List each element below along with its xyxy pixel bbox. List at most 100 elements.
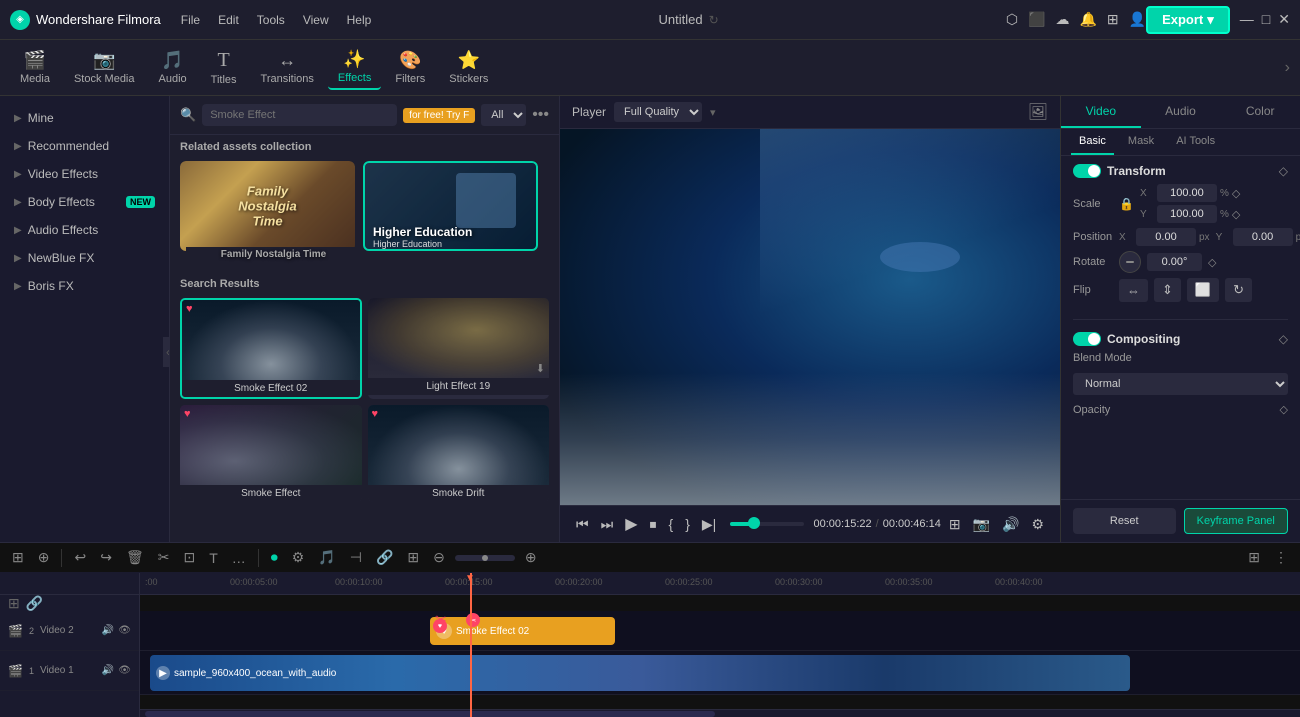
transform-header[interactable]: Transform ◇: [1073, 164, 1288, 178]
tl-settings-btn[interactable]: ⚙: [288, 547, 309, 568]
video2-vol[interactable]: 🔊: [102, 625, 114, 636]
toolbar-stickers[interactable]: ⭐ Stickers: [439, 46, 498, 89]
flip-horizontal-btn[interactable]: ⇔: [1119, 279, 1148, 302]
play-btn[interactable]: ▶: [621, 512, 641, 536]
scale-lock[interactable]: 🔒: [1119, 197, 1134, 211]
reset-button[interactable]: Reset: [1073, 508, 1176, 534]
outline-aitools[interactable]: AI Tools: [1168, 129, 1223, 155]
result-light19[interactable]: ⬇ Light Effect 19: [368, 298, 550, 399]
video2-eye[interactable]: 👁: [118, 625, 131, 636]
flip-rotate-btn[interactable]: ↻: [1225, 278, 1252, 302]
maximize-button[interactable]: □: [1262, 11, 1270, 28]
more-options-btn[interactable]: •••: [532, 106, 549, 124]
sidebar-item-recommended[interactable]: ▶ Recommended: [0, 132, 169, 160]
transform-toggle[interactable]: [1073, 164, 1101, 178]
menu-view[interactable]: View: [303, 13, 329, 27]
scale-y-input[interactable]: [1157, 205, 1217, 223]
minimize-button[interactable]: —: [1240, 11, 1254, 28]
search-input[interactable]: [202, 104, 397, 126]
mark-in-btn[interactable]: {: [665, 514, 678, 534]
playhead[interactable]: [470, 573, 472, 717]
tl-more-btn[interactable]: …: [228, 548, 250, 568]
sidebar-item-audio-effects[interactable]: ▶ Audio Effects: [0, 216, 169, 244]
outline-mask[interactable]: Mask: [1120, 129, 1162, 155]
step-back-btn[interactable]: ⏭: [597, 514, 618, 535]
result-4[interactable]: ♥ Smoke Drift: [368, 405, 550, 502]
result-3[interactable]: ♥ Smoke Effect: [180, 405, 362, 502]
stop-btn[interactable]: ⏹: [646, 514, 661, 535]
video-clip[interactable]: ▶ sample_960x400_ocean_with_audio: [150, 655, 1130, 691]
flip-square-btn[interactable]: ⬜: [1187, 278, 1219, 302]
quality-select[interactable]: Full Quality: [614, 102, 702, 122]
asset-higher-card[interactable]: Higher Education Higher Education: [363, 161, 538, 268]
tl-cut-btn[interactable]: ✂: [154, 547, 174, 568]
tl-layout-btn[interactable]: ⊞: [8, 547, 28, 568]
compositing-reset[interactable]: ◇: [1279, 332, 1288, 346]
scale-x-reset[interactable]: ◇: [1232, 187, 1240, 200]
toolbar-stock[interactable]: 📷 Stock Media: [64, 46, 145, 89]
pos-x-input[interactable]: [1136, 228, 1196, 246]
tl-grid-btn[interactable]: ⊞: [1244, 547, 1264, 568]
add-track-btn[interactable]: ⊞: [8, 595, 20, 612]
rotate-dial[interactable]: [1119, 251, 1141, 273]
sidebar-item-mine[interactable]: ▶ Mine: [0, 104, 169, 132]
video1-vol[interactable]: 🔊: [102, 665, 114, 676]
scale-y-reset[interactable]: ◇: [1232, 208, 1240, 221]
tl-split-btn[interactable]: ⊣: [346, 547, 366, 568]
clip-btn[interactable]: ▶|: [698, 514, 720, 535]
tab-video[interactable]: Video: [1061, 96, 1141, 128]
tl-plus-btn[interactable]: ⊕: [521, 547, 541, 568]
menu-help[interactable]: Help: [347, 13, 372, 27]
flip-vertical-btn[interactable]: ⇕: [1154, 278, 1181, 302]
result-smoke02[interactable]: ♥ Smoke Effect 02: [180, 298, 362, 399]
compositing-toggle[interactable]: [1073, 332, 1101, 346]
compositing-header[interactable]: Compositing ◇: [1073, 332, 1288, 346]
blend-mode-select[interactable]: Normal Multiply Screen Overlay: [1073, 373, 1288, 395]
cloud-icon[interactable]: ☁: [1055, 11, 1069, 28]
settings-btn[interactable]: ⚙: [1027, 514, 1048, 535]
tl-redo-btn[interactable]: ↪: [96, 547, 116, 568]
export-button[interactable]: Export ▾: [1146, 6, 1230, 34]
apps-icon[interactable]: ⊞: [1107, 11, 1119, 28]
tl-record-btn[interactable]: ⏺: [267, 547, 282, 568]
outline-basic[interactable]: Basic: [1071, 129, 1114, 155]
toolbar-effects[interactable]: ✨ Effects: [328, 45, 381, 90]
toolbar-more[interactable]: ›: [1285, 59, 1290, 77]
sidebar-item-video-effects[interactable]: ▶ Video Effects: [0, 160, 169, 188]
progress-bar[interactable]: [730, 522, 803, 526]
tl-group-btn[interactable]: ⊞: [403, 547, 423, 568]
smoke-clip[interactable]: ♥ Smoke Effect 02 ♥: [430, 617, 615, 645]
screenshot-icon[interactable]: 🖼: [1028, 102, 1048, 122]
tl-attach-btn[interactable]: 🔗: [372, 547, 397, 568]
menu-tools[interactable]: Tools: [257, 13, 285, 27]
tl-delete-btn[interactable]: 🗑: [122, 547, 148, 568]
menu-edit[interactable]: Edit: [218, 13, 239, 27]
scrollbar-thumb[interactable]: [145, 711, 715, 717]
tl-magnet-btn[interactable]: ⊕: [34, 547, 54, 568]
asset-family-card[interactable]: FamilyNostalgia Time Family Nostalgia Ti…: [180, 161, 355, 268]
rotate-input[interactable]: [1147, 253, 1202, 271]
toolbar-filters[interactable]: 🎨 Filters: [385, 46, 435, 89]
zoom-slider[interactable]: [455, 555, 515, 561]
scale-x-input[interactable]: [1157, 184, 1217, 202]
skip-back-btn[interactable]: ⏮: [572, 514, 593, 535]
pos-y-input[interactable]: [1233, 228, 1293, 246]
snapshot-btn[interactable]: 📷: [969, 514, 994, 535]
sidebar-collapse-btn[interactable]: ‹: [163, 337, 170, 367]
tl-minus-btn[interactable]: ⊖: [429, 547, 449, 568]
save-icon[interactable]: ⬛: [1028, 11, 1045, 28]
toolbar-titles[interactable]: T Titles: [201, 45, 247, 90]
opacity-reset[interactable]: ◇: [1280, 403, 1288, 416]
close-button[interactable]: ✕: [1278, 11, 1290, 28]
add-to-timeline-btn[interactable]: ⊞: [945, 514, 965, 535]
menu-file[interactable]: File: [181, 13, 200, 27]
keyframe-panel-button[interactable]: Keyframe Panel: [1184, 508, 1289, 534]
sound-icon[interactable]: 🔔: [1079, 11, 1096, 28]
sidebar-item-boris[interactable]: ▶ Boris FX: [0, 272, 169, 300]
share-icon[interactable]: ⬡: [1006, 11, 1018, 28]
toolbar-media[interactable]: 🎬 Media: [10, 46, 60, 89]
volume-btn[interactable]: 🔊: [998, 514, 1023, 535]
timeline-scrollbar[interactable]: [140, 709, 1300, 717]
mark-out-btn[interactable]: }: [681, 514, 694, 534]
filter-select[interactable]: All: [481, 104, 526, 126]
